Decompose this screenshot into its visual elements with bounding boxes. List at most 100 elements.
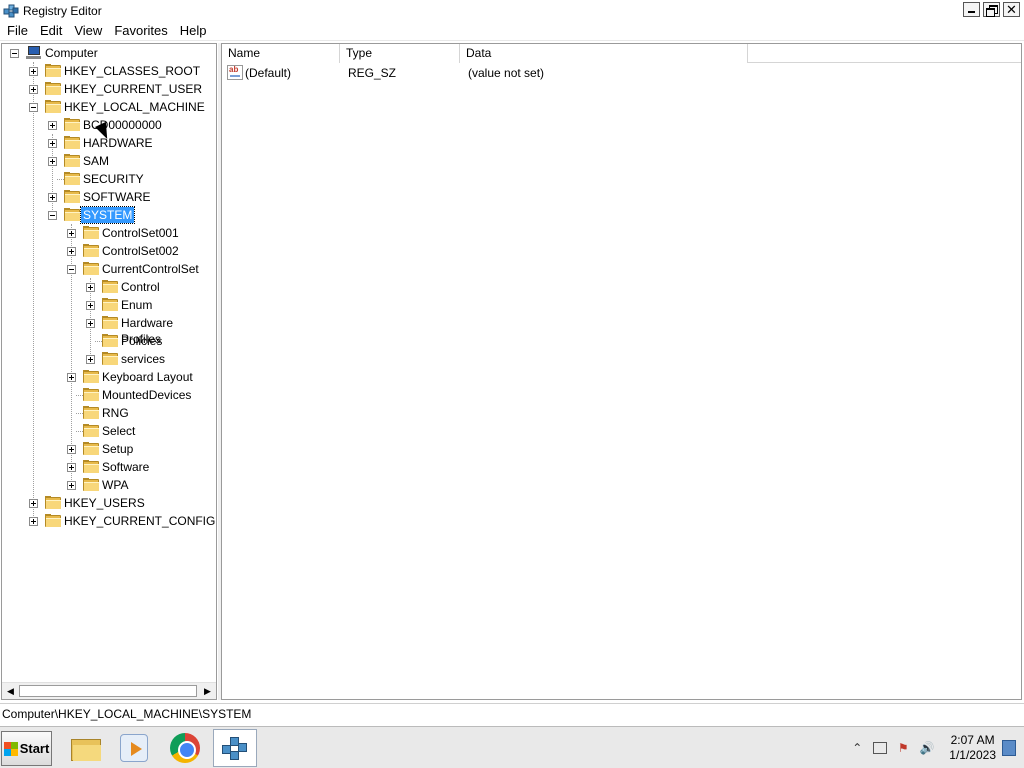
collapse-toggle-hklm[interactable] (29, 103, 38, 112)
expand-toggle-sam[interactable] (48, 157, 57, 166)
menu-edit[interactable]: Edit (34, 21, 68, 41)
file-explorer-icon (71, 735, 101, 761)
folder-icon (45, 514, 61, 527)
network-icon[interactable] (873, 742, 888, 754)
collapse-toggle-currentcontrolset[interactable] (67, 265, 76, 274)
tree-item-wpa[interactable]: WPA (100, 477, 130, 493)
restore-button[interactable] (983, 2, 1000, 17)
tree-item-sam[interactable]: SAM (81, 153, 111, 169)
tree-item-policies[interactable]: Policies (119, 333, 164, 349)
column-header-data[interactable]: Data (460, 44, 748, 63)
show-desktop-button[interactable] (1002, 740, 1016, 756)
expand-toggle-bcd[interactable] (48, 121, 57, 130)
tree-item-controlset001[interactable]: ControlSet001 (100, 225, 181, 241)
start-button[interactable]: Start (1, 731, 52, 766)
expand-toggle-software[interactable] (48, 193, 57, 202)
taskbar-chrome-button[interactable] (163, 729, 207, 767)
expand-toggle-controlset001[interactable] (67, 229, 76, 238)
tree-item-currentcontrolset[interactable]: CurrentControlSet (100, 261, 201, 277)
taskbar-media-player-button[interactable] (112, 729, 156, 767)
collapse-toggle-computer[interactable] (10, 49, 19, 58)
registry-editor-icon (3, 3, 19, 19)
menu-view[interactable]: View (68, 21, 108, 41)
volume-icon[interactable]: 🔊 (919, 740, 935, 756)
tree-item-software-sub[interactable]: Software (100, 459, 151, 475)
clock[interactable]: 2:07 AM 1/1/2023 (949, 733, 996, 763)
windows-logo-icon (3, 741, 18, 756)
column-header-name[interactable]: Name (222, 44, 340, 63)
status-bar: Computer\HKEY_LOCAL_MACHINE\SYSTEM (0, 703, 1024, 725)
value-row[interactable]: ab (Default) REG_SZ (value not set) (222, 64, 1021, 82)
start-label: Start (19, 741, 50, 756)
folder-icon (45, 496, 61, 509)
tree-item-setup[interactable]: Setup (100, 441, 135, 457)
tree-item-hkcu[interactable]: HKEY_CURRENT_USER (62, 81, 204, 97)
scroll-right-arrow-icon[interactable]: ▶ (199, 683, 216, 699)
tree-item-rng[interactable]: RNG (100, 405, 131, 421)
minimize-button[interactable] (963, 2, 980, 17)
tree-item-hku[interactable]: HKEY_USERS (62, 495, 147, 511)
expand-toggle-keyboard-layout[interactable] (67, 373, 76, 382)
tree-item-hklm[interactable]: HKEY_LOCAL_MACHINE (62, 99, 207, 115)
tree-item-system[interactable]: SYSTEM (79, 206, 136, 224)
key-tree-pane[interactable]: Computer HKEY_CLASSES_ROOT HKEY_CURRENT_… (1, 43, 217, 700)
tree-horizontal-scrollbar[interactable]: ◀ ▶ (2, 682, 216, 699)
expand-toggle-enum[interactable] (86, 301, 95, 310)
tree-item-computer[interactable]: Computer (43, 45, 100, 61)
menu-help[interactable]: Help (174, 21, 213, 41)
folder-icon (45, 100, 61, 113)
folder-icon (102, 280, 118, 293)
taskbar-explorer-button[interactable] (64, 729, 108, 767)
action-center-flag-icon[interactable]: ⚑ (895, 740, 911, 756)
list-header: Name Type Data (222, 44, 1021, 63)
folder-icon (83, 226, 99, 239)
tree-item-enum[interactable]: Enum (119, 297, 154, 313)
tree-item-select[interactable]: Select (100, 423, 137, 439)
expand-toggle-wpa[interactable] (67, 481, 76, 490)
close-button[interactable]: ✕ (1003, 2, 1020, 17)
folder-icon (102, 352, 118, 365)
expand-toggle-control[interactable] (86, 283, 95, 292)
tree-item-keyboard-layout[interactable]: Keyboard Layout (100, 369, 195, 385)
taskbar: Start ⌃ ⚑ 🔊 2:07 AM 1/1/2023 (0, 726, 1024, 768)
tree-item-mounted-devices[interactable]: MountedDevices (100, 387, 193, 403)
tree-item-hkcc[interactable]: HKEY_CURRENT_CONFIG (62, 513, 216, 529)
expand-toggle-hardware[interactable] (48, 139, 57, 148)
taskbar-regedit-button[interactable] (213, 729, 257, 767)
collapse-toggle-system[interactable] (48, 211, 57, 220)
expand-toggle-hardware-profiles[interactable] (86, 319, 95, 328)
folder-icon (102, 298, 118, 311)
tree-item-services[interactable]: services (119, 351, 167, 367)
tree-item-hardware[interactable]: HARDWARE (81, 135, 155, 151)
show-hidden-icons-chevron-icon[interactable]: ⌃ (849, 740, 865, 756)
values-list-pane[interactable]: Name Type Data ab (Default) REG_SZ (valu… (221, 43, 1022, 700)
tree-item-control[interactable]: Control (119, 279, 162, 295)
tree-item-software[interactable]: SOFTWARE (81, 189, 153, 205)
scroll-left-arrow-icon[interactable]: ◀ (2, 683, 19, 699)
tree-item-controlset002[interactable]: ControlSet002 (100, 243, 181, 259)
scrollbar-thumb[interactable] (19, 685, 197, 697)
menu-favorites[interactable]: Favorites (108, 21, 173, 41)
clock-time: 2:07 AM (950, 733, 995, 747)
clock-date: 1/1/2023 (949, 748, 996, 762)
value-name: (Default) (245, 66, 292, 80)
registry-editor-icon (220, 733, 250, 763)
folder-icon (83, 424, 99, 437)
tree-item-security[interactable]: SECURITY (81, 171, 146, 187)
tree-item-bcd[interactable]: BCD00000000 (81, 117, 164, 133)
reg-sz-icon: ab (227, 65, 243, 80)
menu-file[interactable]: File (0, 21, 34, 41)
system-tray: ⌃ ⚑ 🔊 2:07 AM 1/1/2023 (845, 733, 1016, 763)
expand-toggle-setup[interactable] (67, 445, 76, 454)
expand-toggle-hkcr[interactable] (29, 67, 38, 76)
expand-toggle-software-sub[interactable] (67, 463, 76, 472)
folder-icon (102, 316, 118, 329)
expand-toggle-services[interactable] (86, 355, 95, 364)
expand-toggle-hkcc[interactable] (29, 517, 38, 526)
tree-item-hkcr[interactable]: HKEY_CLASSES_ROOT (62, 63, 202, 79)
column-header-type[interactable]: Type (340, 44, 460, 63)
expand-toggle-hku[interactable] (29, 499, 38, 508)
expand-toggle-hkcu[interactable] (29, 85, 38, 94)
status-path: Computer\HKEY_LOCAL_MACHINE\SYSTEM (2, 707, 252, 721)
expand-toggle-controlset002[interactable] (67, 247, 76, 256)
